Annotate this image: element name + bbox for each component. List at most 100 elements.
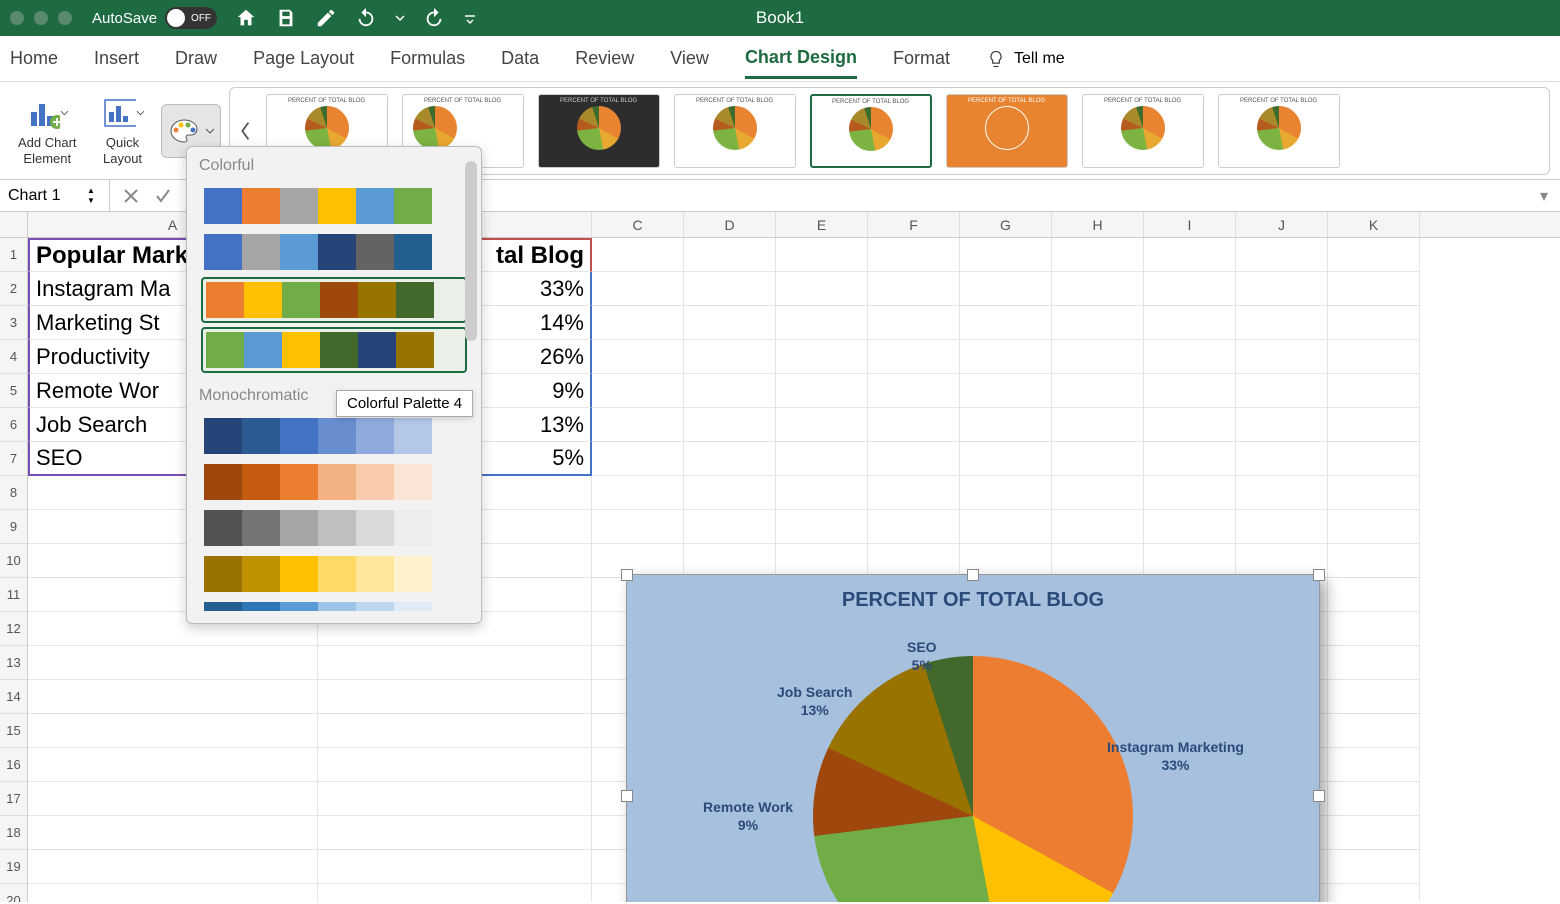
cell[interactable]	[960, 340, 1052, 374]
row-header[interactable]: 14	[0, 680, 28, 714]
cell[interactable]	[960, 306, 1052, 340]
cell[interactable]	[28, 714, 318, 748]
cell[interactable]	[318, 884, 592, 902]
cell[interactable]	[1328, 612, 1420, 646]
cell[interactable]	[28, 884, 318, 902]
palette-option[interactable]	[201, 599, 467, 611]
tab-draw[interactable]: Draw	[175, 40, 217, 77]
cell[interactable]	[1144, 510, 1236, 544]
palette-option[interactable]	[201, 461, 467, 503]
cell[interactable]	[1052, 306, 1144, 340]
cell[interactable]	[868, 408, 960, 442]
cell[interactable]	[1236, 510, 1328, 544]
row-header[interactable]: 16	[0, 748, 28, 782]
row-header[interactable]: 2	[0, 272, 28, 306]
cell[interactable]	[868, 374, 960, 408]
add-chart-element-button[interactable]: Add Chart Element	[10, 91, 85, 170]
cell[interactable]	[592, 340, 684, 374]
row-header[interactable]: 1	[0, 238, 28, 272]
cell[interactable]	[592, 238, 684, 272]
cell[interactable]	[1328, 578, 1420, 612]
save-icon[interactable]	[275, 7, 297, 29]
cell[interactable]	[960, 544, 1052, 578]
cell[interactable]	[960, 374, 1052, 408]
cell[interactable]	[1052, 442, 1144, 476]
cell[interactable]	[1328, 884, 1420, 902]
cell[interactable]	[592, 408, 684, 442]
palette-option[interactable]	[201, 553, 467, 595]
cell[interactable]	[868, 442, 960, 476]
palette-option[interactable]	[201, 277, 467, 323]
cell[interactable]	[776, 442, 868, 476]
cell[interactable]	[684, 510, 776, 544]
cell[interactable]	[1236, 374, 1328, 408]
chart-style-7[interactable]: PERCENT OF TOTAL BLOG	[1082, 94, 1204, 168]
cell[interactable]	[1144, 544, 1236, 578]
cell[interactable]	[776, 272, 868, 306]
cell[interactable]	[868, 544, 960, 578]
cell[interactable]	[868, 340, 960, 374]
select-all-corner[interactable]	[0, 212, 28, 237]
cell[interactable]	[684, 238, 776, 272]
cell[interactable]	[592, 476, 684, 510]
chart-data-label[interactable]: Job Search13%	[777, 683, 852, 719]
row-header[interactable]: 18	[0, 816, 28, 850]
cell[interactable]	[1328, 544, 1420, 578]
cell[interactable]	[684, 374, 776, 408]
cell[interactable]	[318, 680, 592, 714]
cell[interactable]	[1328, 306, 1420, 340]
col-header-g[interactable]: G	[960, 212, 1052, 237]
cell[interactable]	[1328, 850, 1420, 884]
cell[interactable]	[1328, 476, 1420, 510]
cell[interactable]	[318, 782, 592, 816]
cell[interactable]	[776, 510, 868, 544]
cell[interactable]	[868, 510, 960, 544]
row-header[interactable]: 7	[0, 442, 28, 476]
cell[interactable]	[592, 272, 684, 306]
chart-style-3[interactable]: PERCENT OF TOTAL BLOG	[538, 94, 660, 168]
row-header[interactable]: 19	[0, 850, 28, 884]
palette-option[interactable]	[201, 185, 467, 227]
cell[interactable]	[28, 782, 318, 816]
cell[interactable]	[318, 714, 592, 748]
tell-me-search[interactable]: Tell me	[986, 49, 1065, 69]
cell[interactable]	[1236, 544, 1328, 578]
palette-option[interactable]	[201, 327, 467, 373]
edit-icon[interactable]	[315, 7, 337, 29]
cell[interactable]	[1328, 748, 1420, 782]
row-header[interactable]: 10	[0, 544, 28, 578]
chevron-left-icon[interactable]	[240, 119, 252, 143]
cell[interactable]	[1328, 782, 1420, 816]
chart-style-5[interactable]: PERCENT OF TOTAL BLOG	[810, 94, 932, 168]
home-icon[interactable]	[235, 7, 257, 29]
cell[interactable]	[960, 272, 1052, 306]
cell[interactable]	[28, 680, 318, 714]
cell[interactable]	[1236, 272, 1328, 306]
cell[interactable]	[592, 510, 684, 544]
cell[interactable]	[318, 850, 592, 884]
palette-option[interactable]	[201, 415, 467, 457]
row-header[interactable]: 15	[0, 714, 28, 748]
cell[interactable]	[1328, 646, 1420, 680]
spinner-down[interactable]: ▼	[87, 196, 101, 206]
cell[interactable]	[684, 544, 776, 578]
confirm-icon[interactable]	[154, 187, 172, 205]
formula-bar-expand[interactable]: ▾	[1540, 186, 1560, 206]
chart-style-8[interactable]: PERCENT OF TOTAL BLOG	[1218, 94, 1340, 168]
cell[interactable]	[1052, 272, 1144, 306]
tab-review[interactable]: Review	[575, 40, 634, 77]
cell[interactable]	[1144, 238, 1236, 272]
cell[interactable]	[1052, 476, 1144, 510]
cell[interactable]	[1328, 374, 1420, 408]
tab-home[interactable]: Home	[10, 40, 58, 77]
cell[interactable]	[28, 646, 318, 680]
undo-icon[interactable]	[355, 7, 377, 29]
cell[interactable]	[592, 442, 684, 476]
cell[interactable]	[1236, 408, 1328, 442]
palette-option[interactable]	[201, 507, 467, 549]
cell[interactable]	[1052, 340, 1144, 374]
cell[interactable]	[1144, 374, 1236, 408]
cell[interactable]	[1052, 544, 1144, 578]
row-header[interactable]: 5	[0, 374, 28, 408]
name-box[interactable]: Chart 1 ▲ ▼	[0, 180, 110, 211]
